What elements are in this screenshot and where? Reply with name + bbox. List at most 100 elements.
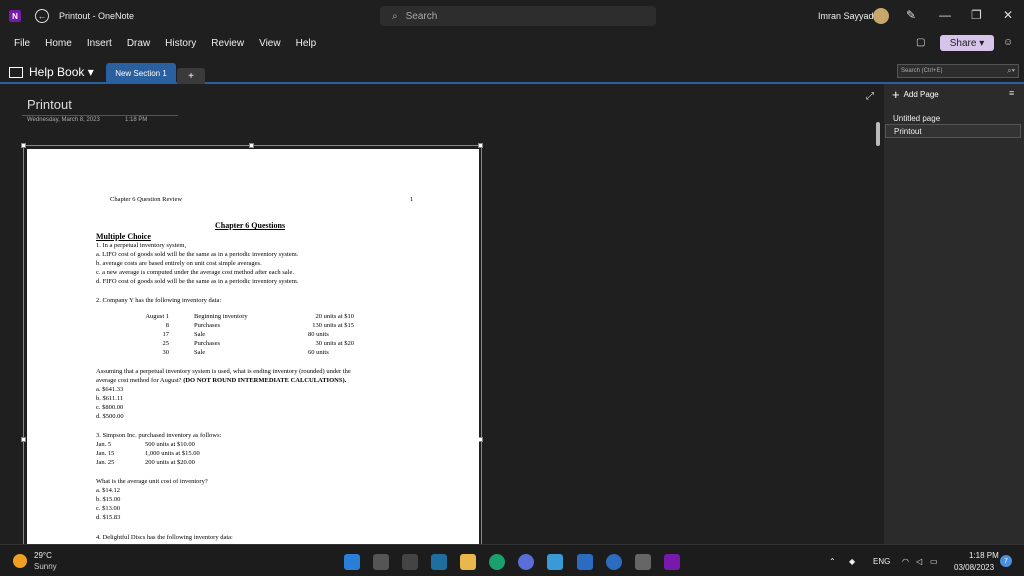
q2-qty: 80 units (308, 331, 329, 338)
pen-icon[interactable]: ✎ (906, 8, 916, 22)
q3-option: c. $13.00 (96, 505, 121, 512)
task-view-icon[interactable] (373, 554, 389, 570)
bing-icon[interactable] (606, 554, 622, 570)
resize-handle[interactable] (21, 143, 26, 148)
menu-file[interactable]: File (14, 38, 30, 49)
resize-handle[interactable] (478, 143, 483, 148)
menu-history[interactable]: History (165, 38, 196, 49)
minimize-icon[interactable]: — (939, 8, 951, 22)
chevron-up-icon[interactable]: ⌃ (829, 557, 836, 566)
expand-icon[interactable]: ⤢ (866, 91, 874, 102)
search-icon: ⌕ (392, 10, 398, 22)
add-page-button[interactable]: + Add Page (892, 87, 939, 102)
mail-icon[interactable] (577, 554, 593, 570)
language-indicator[interactable]: ENG (873, 557, 890, 566)
q2-date: 30 (162, 349, 170, 356)
clock-time[interactable]: 1:18 PM (969, 551, 999, 560)
tab-new-section-1[interactable]: New Section 1 (106, 63, 176, 84)
notepad-icon[interactable] (547, 554, 563, 570)
emoji-icon[interactable]: ☺ (1003, 37, 1013, 48)
file-explorer-icon[interactable] (460, 554, 476, 570)
widgets-icon[interactable] (402, 554, 418, 570)
q2-date: 8 (165, 322, 169, 329)
q3-qty: 500 units at $10.00 (145, 441, 195, 448)
q2-date: 17 (162, 331, 170, 338)
q1-line: a. LIFO cost of goods sold will be the s… (96, 251, 299, 258)
notebook-selector[interactable]: Help Book ▾ (9, 65, 94, 79)
menu-home[interactable]: Home (45, 38, 72, 49)
volume-icon[interactable]: ◁ (916, 557, 922, 566)
q1-line: c. a new average is computed under the a… (96, 269, 294, 276)
scrollbar-thumb[interactable] (876, 122, 880, 146)
q3-option: a. $14.12 (96, 487, 121, 494)
restore-icon[interactable]: ❐ (971, 8, 982, 22)
menu-review[interactable]: Review (211, 38, 244, 49)
q3-qty: 200 units at $20.00 (145, 459, 195, 466)
sun-icon[interactable] (13, 554, 27, 568)
wifi-icon[interactable]: ◠ (902, 557, 909, 566)
q2-option: d. $500.00 (96, 413, 124, 420)
section-bar: Help Book ▾ New Section 1 + Search (Ctrl… (0, 58, 1024, 84)
canvas-scrollbar[interactable] (874, 112, 882, 544)
q1-line: 1. In a perpetual inventory system, (96, 242, 187, 249)
q2-date: 25 (162, 340, 170, 347)
sort-icon[interactable]: ≡ (1009, 88, 1014, 98)
menu-view[interactable]: View (259, 38, 281, 49)
menu-draw[interactable]: Draw (127, 38, 150, 49)
plus-icon: + (892, 87, 900, 102)
q4-intro: 4. Delightful Discs has the following in… (96, 534, 233, 541)
menu-bar: File Home Insert Draw History Review Vie… (0, 32, 1024, 54)
q2-desc: Purchases (194, 340, 220, 347)
add-section-button[interactable]: + (177, 68, 205, 84)
notebook-sync-icon[interactable]: ▢ (916, 37, 925, 48)
q2-date: August 1 (145, 313, 169, 320)
q2-desc: Beginning inventory (194, 313, 248, 320)
search-notes-input[interactable]: Search (Ctrl+E) ⌕▾ (897, 64, 1019, 78)
security-icon[interactable]: ◆ (849, 557, 855, 566)
pages-pane: + Add Page ≡ Untitled page Printout (884, 84, 1024, 544)
resize-handle[interactable] (21, 437, 26, 442)
q1-line: d. FIFO cost of goods sold will be the s… (96, 278, 299, 285)
notebook-name: Help Book (29, 65, 85, 79)
onenote-taskbar-icon[interactable] (664, 554, 680, 570)
weather-condition[interactable]: Sunny (34, 562, 57, 571)
page-item-untitled[interactable]: Untitled page (885, 111, 1021, 125)
window-title: Printout - OneNote (59, 11, 135, 21)
start-icon[interactable] (344, 554, 360, 570)
user-name[interactable]: Imran Sayyad (818, 11, 874, 21)
search-box[interactable]: ⌕ Search (380, 6, 656, 26)
page-canvas[interactable]: Printout Wednesday, March 8, 2023 1:18 P… (0, 86, 874, 544)
clock-date[interactable]: 03/08/2023 (954, 563, 994, 572)
q2-desc: Purchases (194, 322, 220, 329)
search-icon: ⌕▾ (1007, 66, 1015, 75)
resize-handle[interactable] (249, 143, 254, 148)
q3-intro: 3. Simpson Inc. purchased inventory as f… (96, 432, 222, 439)
notification-badge[interactable]: 7 (1000, 555, 1012, 567)
add-page-label: Add Page (903, 90, 939, 99)
search-placeholder: Search (405, 10, 438, 22)
section-heading: Multiple Choice (96, 232, 151, 241)
chevron-down-icon: ▾ (84, 65, 94, 79)
q2-qty: 60 units (308, 349, 329, 356)
canva-icon[interactable] (518, 554, 534, 570)
page-date: Wednesday, March 8, 2023 (27, 117, 100, 123)
battery-icon[interactable]: ▭ (930, 557, 938, 566)
q2-option: c. $800.00 (96, 404, 124, 411)
q2-option: b. $611.11 (96, 395, 124, 402)
weather-temp[interactable]: 29°C (34, 551, 52, 560)
avatar[interactable] (873, 8, 889, 24)
edge-icon[interactable] (489, 554, 505, 570)
menu-insert[interactable]: Insert (87, 38, 112, 49)
menu-help[interactable]: Help (296, 38, 317, 49)
share-button[interactable]: Share ▾ (940, 35, 994, 51)
q1-line: b. average costs are based entirely on u… (96, 260, 262, 267)
back-icon[interactable]: ← (35, 9, 49, 23)
q2-qty: 130 units at $15 (312, 322, 354, 329)
q2-text-bold: (DO NOT ROUND INTERMEDIATE CALCULATIONS)… (183, 377, 347, 384)
store-icon[interactable] (431, 554, 447, 570)
page-item-printout[interactable]: Printout (885, 124, 1021, 138)
app-icon[interactable] (635, 554, 651, 570)
page-title[interactable]: Printout (27, 97, 72, 112)
close-icon[interactable]: ✕ (1003, 8, 1013, 22)
printout-document[interactable]: Chapter 6 Question Review 1 Chapter 6 Qu… (27, 149, 479, 544)
